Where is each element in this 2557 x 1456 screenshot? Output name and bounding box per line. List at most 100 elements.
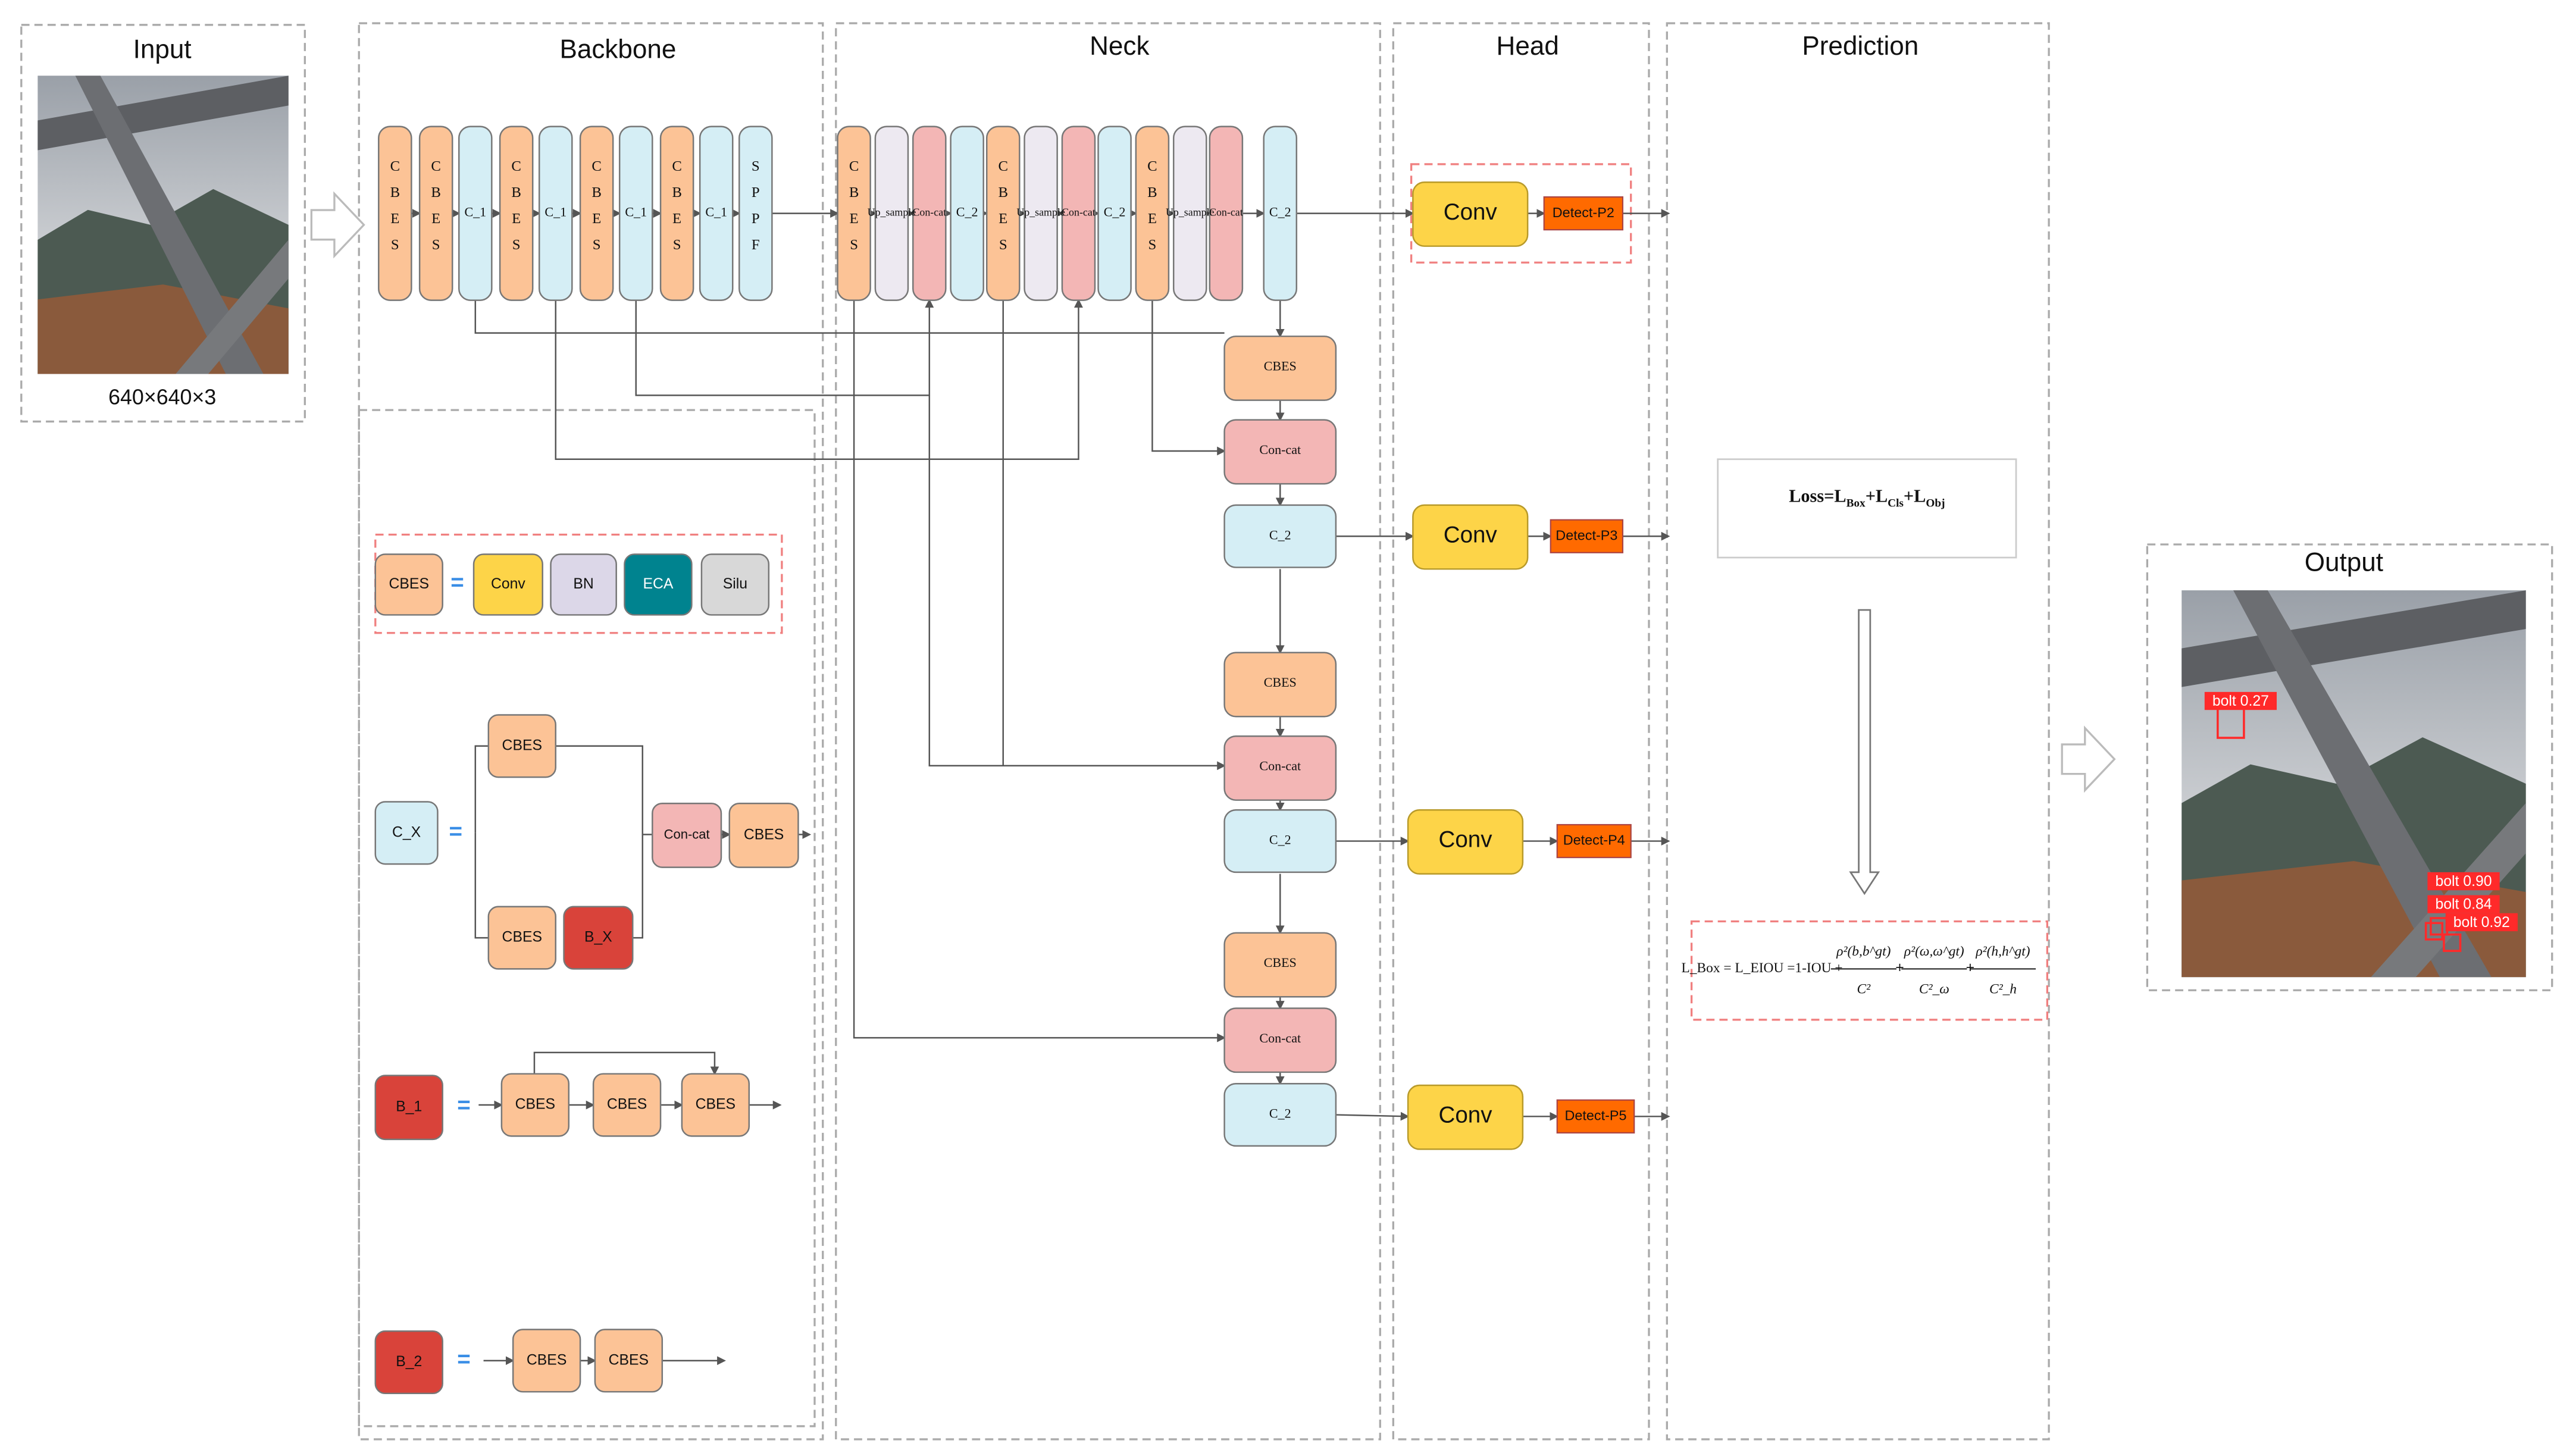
neck-block-label: C_2 <box>1269 205 1291 220</box>
backbone-block-label: C_1 <box>705 205 727 220</box>
legend-cbes-label: CBES <box>502 737 542 753</box>
prediction-to-output-arrow <box>2061 725 2116 793</box>
backbone-block-label: C_1 <box>625 205 647 220</box>
block-letter: B <box>849 184 859 201</box>
input-to-backbone-arrow <box>310 191 365 259</box>
fraction-numerator: ρ²(h,h^gt) <box>1975 944 2030 959</box>
neck-block-label: Con-cat <box>912 206 946 218</box>
neck-column-label: Con-cat <box>1259 442 1301 457</box>
conv-label: Conv <box>1439 827 1493 853</box>
neck-column-label: C_2 <box>1269 1106 1291 1121</box>
legend-eca-label: ECA <box>643 576 673 592</box>
block-letter: E <box>592 211 601 227</box>
equals-sign: = <box>457 1347 471 1372</box>
block-letter: E <box>512 211 521 227</box>
equals-sign: = <box>449 819 462 844</box>
equals-sign: = <box>450 569 464 595</box>
block-letter: C <box>849 158 859 174</box>
neck-block-label: Up_sample <box>1166 206 1215 218</box>
connector-line <box>555 745 653 835</box>
detection-label: bolt 0.84 <box>2435 897 2492 913</box>
conv-label: Conv <box>1444 522 1498 547</box>
connector-line <box>633 834 643 939</box>
prediction-title: Prediction <box>1802 32 1918 61</box>
skip-connection <box>635 299 934 396</box>
block-letter: F <box>752 237 760 253</box>
skip-connection <box>555 299 1083 461</box>
fraction-numerator: ρ²(b,b^gt) <box>1836 944 1891 959</box>
skip-connection <box>1151 300 1226 456</box>
neck-column-label: CBES <box>1264 675 1297 690</box>
fraction-numerator: ρ²(ω,ω^gt) <box>1904 944 1964 959</box>
neck-column-label: C_2 <box>1269 832 1291 847</box>
block-letter: B <box>511 184 521 201</box>
block-letter: C <box>390 158 400 174</box>
legend-cbes-label: CBES <box>515 1097 555 1113</box>
legend-cbes-label: CBES <box>502 929 542 945</box>
architecture-diagram: Input Backbone Neck Head Prediction Output 640… <box>20 22 2553 1441</box>
legend-b2-label: B_2 <box>396 1354 422 1370</box>
output-title: Output <box>2305 548 2383 577</box>
detect-label: Detect-P2 <box>1553 205 1614 220</box>
neck-block-label: Con-cat <box>1209 206 1243 218</box>
loss-term: +L <box>1904 486 1926 506</box>
block-letter: P <box>752 211 760 227</box>
input-title: Input <box>133 35 192 64</box>
block-letter: C <box>431 158 441 174</box>
legend-b1-label: B_1 <box>396 1099 422 1115</box>
neck-column-label: C_2 <box>1269 527 1291 542</box>
input-size-label: 640×640×3 <box>108 385 216 409</box>
block-letter: B <box>431 184 441 201</box>
loss-term: Obj <box>1926 497 1945 510</box>
block-letter: S <box>512 237 521 253</box>
block-letter: S <box>593 237 601 253</box>
detection-label: bolt 0.90 <box>2435 873 2492 890</box>
block-letter: E <box>999 211 1007 227</box>
legend-cbes-label: CBES <box>696 1097 736 1113</box>
neck-column-label: Con-cat <box>1259 759 1301 774</box>
block-letter: E <box>1148 211 1157 227</box>
neck-block-label: C_2 <box>1104 205 1126 220</box>
block-letter: S <box>391 237 399 253</box>
connector-line <box>474 832 489 939</box>
block-letter: B <box>672 184 682 201</box>
box-loss-lhs: L_Box = L_EIOU =1-IOU + <box>1682 960 1843 976</box>
legend-bn-label: BN <box>573 576 593 592</box>
legend-concat-label: Con-cat <box>664 827 710 842</box>
block-letter: E <box>850 211 859 227</box>
block-letter: B <box>390 184 400 201</box>
detection-label: bolt 0.27 <box>2212 693 2269 709</box>
detect-label: Detect-P4 <box>1563 832 1625 848</box>
skip-connection <box>474 300 1225 334</box>
legend-cbes-label: CBES <box>607 1097 647 1113</box>
fraction-denominator: C²_h <box>1989 982 2017 997</box>
block-letter: B <box>1147 184 1157 201</box>
conv-label: Conv <box>1444 199 1498 225</box>
block-letter: C <box>672 158 682 174</box>
legend-cbes-label: CBES <box>527 1352 567 1368</box>
block-letter: C <box>591 158 602 174</box>
legend-cx-label: C_X <box>392 824 421 840</box>
backbone-block-label: C_1 <box>544 205 567 220</box>
block-letter: S <box>752 158 760 174</box>
down-arrow <box>1849 609 1880 895</box>
legend-cbes-label: CBES <box>744 826 784 843</box>
block-letter: C <box>998 158 1008 174</box>
block-letter: E <box>390 211 399 227</box>
connector-arrow <box>1335 1111 1410 1121</box>
block-letter: C <box>511 158 521 174</box>
detect-label: Detect-P3 <box>1556 527 1617 543</box>
block-letter: S <box>432 237 440 253</box>
plus-sign: + <box>1966 960 1974 976</box>
loss-box <box>1717 458 2017 559</box>
loss-term: Cls <box>1888 497 1904 510</box>
block-letter: B <box>998 184 1008 201</box>
input-image <box>37 76 289 374</box>
block-letter: B <box>591 184 602 201</box>
neck-column-label: CBES <box>1264 955 1297 970</box>
connector-line <box>533 1051 719 1076</box>
neck-block-label: Con-cat <box>1062 206 1096 218</box>
block-letter: E <box>672 211 681 227</box>
loss-term: Loss=L <box>1789 486 1846 506</box>
neck-column-label: CBES <box>1264 359 1297 374</box>
